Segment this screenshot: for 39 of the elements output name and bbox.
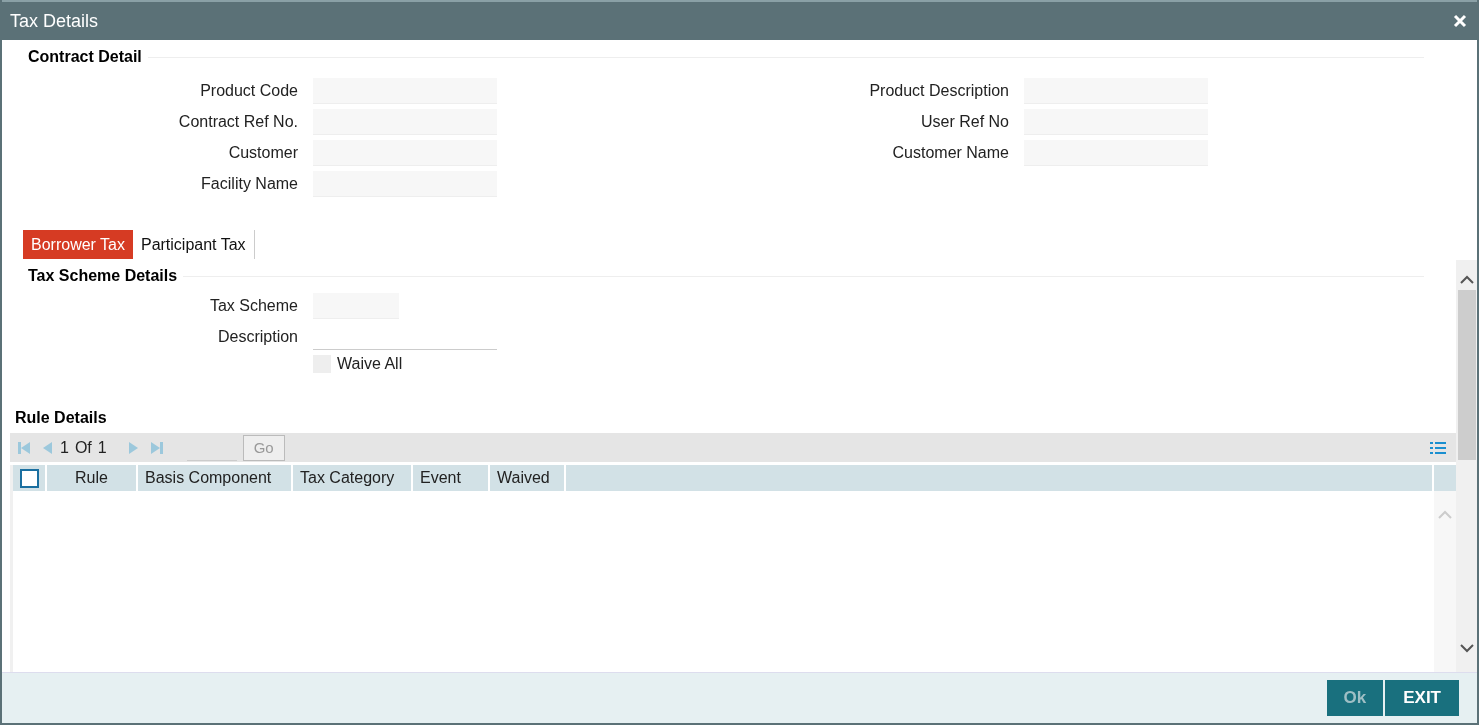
last-page-icon[interactable] [148, 439, 165, 456]
page-current: 1 [60, 438, 69, 457]
close-icon [1453, 14, 1467, 28]
go-button[interactable]: Go [242, 434, 285, 461]
section-title: Contract Detail [28, 48, 142, 66]
window-title: Tax Details [10, 10, 99, 32]
column-header: Tax Category [293, 465, 413, 491]
section-title: Rule Details [14, 409, 108, 427]
chevron-up-icon [1458, 274, 1475, 284]
footer-button[interactable]: EXIT [1385, 680, 1459, 716]
scroll-up-button[interactable] [1458, 274, 1475, 284]
tab[interactable]: Borrower Tax [23, 230, 133, 259]
column-header: Event [413, 465, 490, 491]
scrollbar-thumb[interactable] [1457, 290, 1476, 460]
list-view-icon[interactable] [1430, 440, 1446, 455]
scrollbar[interactable] [1456, 260, 1477, 672]
field-label: Customer [227, 144, 298, 162]
table-scrollbar[interactable] [1434, 491, 1456, 672]
column-header: Rule [47, 465, 138, 491]
scroll-down-button[interactable] [1458, 644, 1475, 654]
chevron-down-icon [1458, 644, 1475, 654]
close-button[interactable] [1451, 12, 1469, 30]
field-label: Contract Ref No. [177, 113, 298, 131]
field-label: Customer Name [891, 144, 1009, 162]
section-title: Tax Scheme Details [28, 267, 178, 285]
field-label: Product Description [868, 82, 1009, 100]
field-label: Tax Scheme [208, 297, 298, 315]
page-of: Of [74, 438, 92, 457]
field-label: Facility Name [200, 175, 298, 193]
column-header: Waived [490, 465, 566, 491]
page-total: 1 [97, 438, 107, 457]
field-label: User Ref No [919, 113, 1009, 131]
field-label: Product Code [199, 82, 298, 100]
first-page-icon[interactable] [16, 439, 32, 456]
checkbox-label: Waive All [337, 355, 403, 373]
field-label: Description [216, 328, 298, 346]
select-all-checkbox[interactable] [19, 468, 39, 488]
chevron-up-icon [1437, 509, 1453, 519]
column-header: Basis Component [138, 465, 293, 491]
